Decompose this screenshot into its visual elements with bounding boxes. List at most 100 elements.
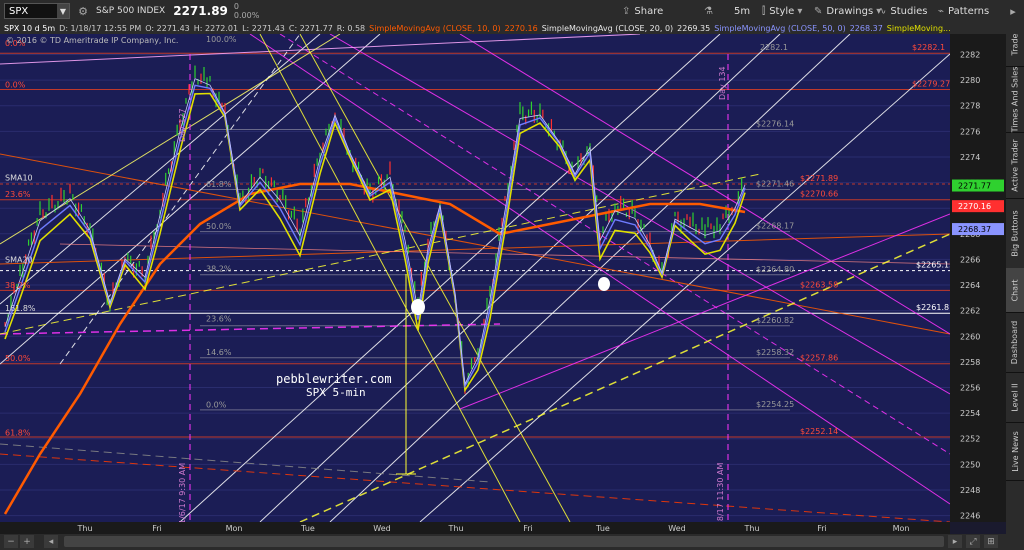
fib-label-left: SMA20 [5,256,33,265]
sidebar-tab-level-ii[interactable]: Level II [1006,372,1024,423]
price-axis-svg: 2282228022782276227422722270226822662264… [952,50,1004,521]
time-axis-label: Fri [152,524,162,533]
scroll-track[interactable] [64,536,944,547]
sma50-value: 2268.37 [849,23,883,33]
gear-icon[interactable]: ⚙ [76,4,90,18]
candle-style-icon: ⫿ [762,5,766,17]
watermark-subtitle: SPX 5-min [306,386,366,399]
gray-level-label: $2254.25 [756,400,794,409]
drawings-label: Drawings [826,5,874,17]
sidebar-tab-label: Times And Sales [1010,66,1020,132]
sma-more-label[interactable]: SimpleMoving... [887,24,951,33]
sidebar-tab-big-buttons[interactable]: Big Buttons [1006,198,1024,269]
date-annotation-left: 1/6/17 9:30 AM [178,462,187,522]
sidebar-tab-dashboard[interactable]: Dashboard [1006,312,1024,373]
fib-label-left: 161.8% [5,304,36,313]
moving-averages [3,78,746,515]
sidebar-tab-times-and-sales[interactable]: Times And Sales [1006,66,1024,133]
trend-line [0,173,761,335]
sidebar-tab-label: Trade [1010,33,1020,55]
price-level-label: $2279.27 [912,79,950,88]
trend-line [299,34,571,522]
price-level-label: $2282.1 [912,43,945,52]
price-levels [0,52,950,438]
fib-label-left: SMA10 [5,174,33,183]
sma10-value: 2270.16 [504,23,538,33]
price-level-label: $2263.58 [800,280,838,289]
legend-open: O: 2271.43 [145,23,190,33]
scroll-right-icon[interactable]: ▸ [948,535,962,548]
chevron-down-icon: ▾ [797,5,803,17]
fib-label-mid: 38.2% [206,265,232,274]
sidebar-tab-active-trader[interactable]: Active Trader [1006,132,1024,199]
price-level-label: $2257.86 [800,354,838,363]
price-tick-label: 2266 [960,255,980,264]
style-button[interactable]: ⫿ Style ▾ [762,2,806,20]
sidebar-tab-trade[interactable]: Trade [1006,22,1024,67]
study-legend: SPX 10 d 5m D: 1/18/17 12:55 PM O: 2271.… [0,22,1024,34]
price-change: 0 0.00% [234,2,259,20]
price-tag-label: 2268.37 [958,225,991,234]
flask-button[interactable]: ⚗ [704,2,717,20]
sma50-label[interactable]: SimpleMovingAvg (CLOSE, 50, 0) [714,24,845,33]
price-level-label: $2252.14 [800,427,838,436]
time-axis-label: Wed [373,524,390,533]
copyright-text: © 2016 © TD Ameritrade IP Company, Inc. [6,36,179,45]
price-level-label: $2270.66 [800,190,838,199]
sidebar-tab-label: Level II [1010,382,1020,412]
fit-icon[interactable]: ⊞ [984,535,998,548]
percent-change: 0.00% [233,11,260,20]
watermark-site: pebblewriter.com [276,372,392,386]
trend-line [179,34,721,522]
sidebar-tab-chart[interactable]: Chart [1006,268,1024,313]
time-axis-label: Mon [893,524,910,533]
price-tick-label: 2258 [960,358,980,367]
fib-label-left: 23.6% [5,190,31,199]
price-axis[interactable]: 2282228022782276227422722270226822662264… [950,34,1006,522]
drawings-button[interactable]: ✎ Drawings ▾ [814,2,885,20]
price-tick-label: 2250 [960,460,980,469]
studies-button[interactable]: ∿ Studies [878,2,928,20]
legend-range: R: 0.58 [336,23,366,33]
scroll-left-icon[interactable]: ◂ [44,535,58,548]
time-axis-label: Thu [447,524,463,533]
sma50-line [4,84,746,389]
fib-label-mid: 0.0% [206,400,227,409]
gray-level-label: $2264.80 [756,265,794,274]
flask-icon: ⚗ [704,5,713,17]
patterns-icon: ⌁ [938,5,945,17]
time-axis[interactable]: Thu Fri Mon Tue Wed Thu Fri Tue Wed Thu Fri Mon [0,522,950,534]
sidebar-tab-label: Chart [1010,279,1020,301]
share-button[interactable]: ⇪ Share [622,2,663,20]
zoom-out-icon[interactable]: − [4,535,18,548]
timeframe-button[interactable]: 5m [734,2,750,20]
chart-scrollbar[interactable]: − + ◂ ▸ ⤢ ⊞ [0,534,1006,550]
price-tag-label: 2271.77 [958,182,991,191]
symbol-selector[interactable]: SPX ▼ [4,3,70,19]
price-chart-area[interactable]: $2276.14 $2271.46 $2268.17 $2264.80 $2260.82… [0,34,950,522]
zoom-in-icon[interactable]: + [20,535,34,548]
price-tick-label: 2260 [960,332,980,341]
style-label: Style [769,5,795,17]
sidebar-tab-live-news[interactable]: Live News [1006,422,1024,481]
price-tick-label: 2280 [960,76,980,85]
chevron-down-icon[interactable]: ▼ [57,4,69,18]
trend-line [419,53,950,522]
sma20-label[interactable]: SimpleMovingAvg (CLOSE, 20, 0) [542,24,673,33]
sma10-label[interactable]: SimpleMovingAvg (CLOSE, 10, 0) [369,24,500,33]
day-count-left: Day 127 [178,108,187,142]
share-icon: ⇪ [622,5,631,17]
last-price: 2271.89 [173,4,228,18]
day-count-right: Day 134 [718,66,727,100]
time-axis-label: Wed [668,524,685,533]
patterns-button[interactable]: ⌁ Patterns [938,2,989,20]
close-panel-icon[interactable]: ▸ [1006,4,1020,18]
symbol-text: SPX [9,5,29,17]
timeframe-label: 5m [734,5,751,17]
expand-icon[interactable]: ⤢ [966,535,980,548]
legend-low: L: 2271.43 [242,23,285,33]
time-axis-label: Fri [817,524,827,533]
fib-label-mid: 61.8% [206,180,232,189]
sidebar-tab-label: Active Trader [1010,138,1020,192]
price-tick-label: 2262 [960,307,980,316]
